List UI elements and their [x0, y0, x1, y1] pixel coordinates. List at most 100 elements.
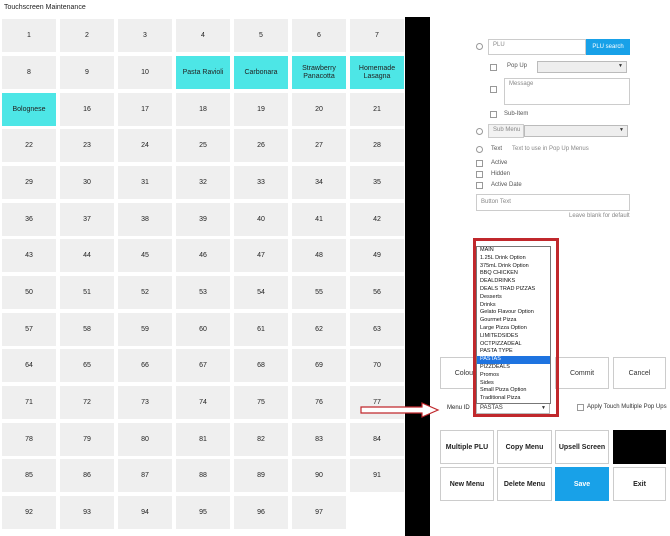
touch-tile[interactable]: 5	[234, 19, 288, 52]
touch-tile[interactable]: 42	[350, 203, 404, 236]
exit-button[interactable]: Exit	[613, 467, 666, 501]
touch-tile[interactable]: 82	[234, 423, 288, 456]
touch-tile[interactable]: 89	[234, 459, 288, 492]
touch-tile[interactable]: 81	[176, 423, 230, 456]
upsell-screen-button[interactable]: Upsell Screen	[555, 430, 609, 464]
touch-tile[interactable]: 16	[60, 93, 114, 126]
touch-tile[interactable]: 37	[60, 203, 114, 236]
touch-tile[interactable]: 23	[60, 129, 114, 162]
touch-tile[interactable]: 30	[60, 166, 114, 199]
touch-tile[interactable]: 96	[234, 496, 288, 529]
touch-tile[interactable]: 31	[118, 166, 172, 199]
message-checkbox[interactable]	[490, 86, 497, 93]
touch-tile[interactable]: 40	[234, 203, 288, 236]
touch-tile[interactable]: 59	[118, 313, 172, 346]
message-input[interactable]: Message	[504, 78, 630, 105]
touch-tile[interactable]: 85	[2, 459, 56, 492]
touch-tile[interactable]: 4	[176, 19, 230, 52]
touch-tile[interactable]: 24	[118, 129, 172, 162]
touch-tile[interactable]: 76	[292, 386, 346, 419]
touch-tile[interactable]: 44	[60, 239, 114, 272]
touch-tile[interactable]: 75	[234, 386, 288, 419]
touch-tile[interactable]: 65	[60, 349, 114, 382]
touch-tile[interactable]: 94	[118, 496, 172, 529]
touch-tile[interactable]: 84	[350, 423, 404, 456]
touch-tile[interactable]: 93	[60, 496, 114, 529]
touch-tile[interactable]: 22	[2, 129, 56, 162]
touch-tile[interactable]: 87	[118, 459, 172, 492]
touch-tile[interactable]: 33	[234, 166, 288, 199]
cancel-button[interactable]: Cancel	[613, 357, 666, 389]
touch-tile[interactable]: 43	[2, 239, 56, 272]
touch-tile[interactable]: Homemade Lasagna	[350, 56, 404, 89]
commit-button[interactable]: Commit	[555, 357, 609, 389]
active-date-checkbox[interactable]	[476, 182, 483, 189]
apply-touch-checkbox[interactable]	[577, 404, 584, 411]
touch-tile[interactable]: 91	[350, 459, 404, 492]
touch-tile[interactable]: 7	[350, 19, 404, 52]
popup-checkbox[interactable]	[490, 64, 497, 71]
touch-tile[interactable]: Strawberry Panacotta	[292, 56, 346, 89]
touch-tile[interactable]: 51	[60, 276, 114, 309]
touch-tile[interactable]: 95	[176, 496, 230, 529]
touch-tile[interactable]: 74	[176, 386, 230, 419]
colour-button[interactable]: Colou	[440, 357, 476, 389]
text-radio[interactable]	[476, 146, 483, 153]
touch-tile[interactable]: 62	[292, 313, 346, 346]
touch-tile[interactable]: 80	[118, 423, 172, 456]
touch-tile[interactable]: 55	[292, 276, 346, 309]
hidden-checkbox[interactable]	[476, 171, 483, 178]
touch-tile[interactable]: 6	[292, 19, 346, 52]
touch-tile[interactable]: 9	[60, 56, 114, 89]
touch-tile[interactable]: 3	[118, 19, 172, 52]
new-menu-button[interactable]: New Menu	[440, 467, 494, 501]
save-button[interactable]: Save	[555, 467, 609, 501]
touch-tile[interactable]: 8	[2, 56, 56, 89]
touch-tile[interactable]: 88	[176, 459, 230, 492]
touch-tile[interactable]: 46	[176, 239, 230, 272]
delete-menu-button[interactable]: Delete Menu	[497, 467, 552, 501]
subitem-checkbox[interactable]	[490, 111, 497, 118]
popup-select[interactable]: ▼	[537, 61, 627, 73]
touch-tile[interactable]: 48	[292, 239, 346, 272]
touch-tile[interactable]: 90	[292, 459, 346, 492]
touch-tile[interactable]: 10	[118, 56, 172, 89]
touch-tile[interactable]: 29	[2, 166, 56, 199]
touch-tile[interactable]: 86	[60, 459, 114, 492]
touch-tile[interactable]: 47	[234, 239, 288, 272]
touch-tile[interactable]: 60	[176, 313, 230, 346]
touch-tile[interactable]: 50	[2, 276, 56, 309]
touch-tile[interactable]: 57	[2, 313, 56, 346]
touch-tile[interactable]: 35	[350, 166, 404, 199]
colour-swatch[interactable]	[613, 430, 666, 464]
active-checkbox[interactable]	[476, 160, 483, 167]
touch-tile[interactable]: 66	[118, 349, 172, 382]
button-text-input[interactable]: Button Text	[476, 194, 630, 211]
touch-tile[interactable]: 56	[350, 276, 404, 309]
touch-tile[interactable]: 17	[118, 93, 172, 126]
touch-tile[interactable]: 49	[350, 239, 404, 272]
touch-tile[interactable]: 53	[176, 276, 230, 309]
touch-tile[interactable]: 19	[234, 93, 288, 126]
touch-tile[interactable]: 69	[292, 349, 346, 382]
touch-tile[interactable]: 63	[350, 313, 404, 346]
submenu-select[interactable]: ▼	[524, 125, 628, 137]
submenu-radio[interactable]	[476, 128, 483, 135]
touch-tile[interactable]: 18	[176, 93, 230, 126]
touch-tile[interactable]: 25	[176, 129, 230, 162]
touch-tile[interactable]: 72	[60, 386, 114, 419]
touch-tile[interactable]: 70	[350, 349, 404, 382]
touch-tile[interactable]: 79	[60, 423, 114, 456]
touch-tile[interactable]: Pasta Ravioli	[176, 56, 230, 89]
multiple-plu-button[interactable]: Multiple PLU	[440, 430, 494, 464]
touch-tile[interactable]: 68	[234, 349, 288, 382]
copy-menu-button[interactable]: Copy Menu	[497, 430, 552, 464]
touch-tile[interactable]: 83	[292, 423, 346, 456]
touch-tile[interactable]: 52	[118, 276, 172, 309]
touch-tile[interactable]: 34	[292, 166, 346, 199]
touch-tile[interactable]: 39	[176, 203, 230, 236]
touch-tile[interactable]: 2	[60, 19, 114, 52]
touch-tile[interactable]: 61	[234, 313, 288, 346]
touch-tile[interactable]: 36	[2, 203, 56, 236]
touch-tile[interactable]: 28	[350, 129, 404, 162]
